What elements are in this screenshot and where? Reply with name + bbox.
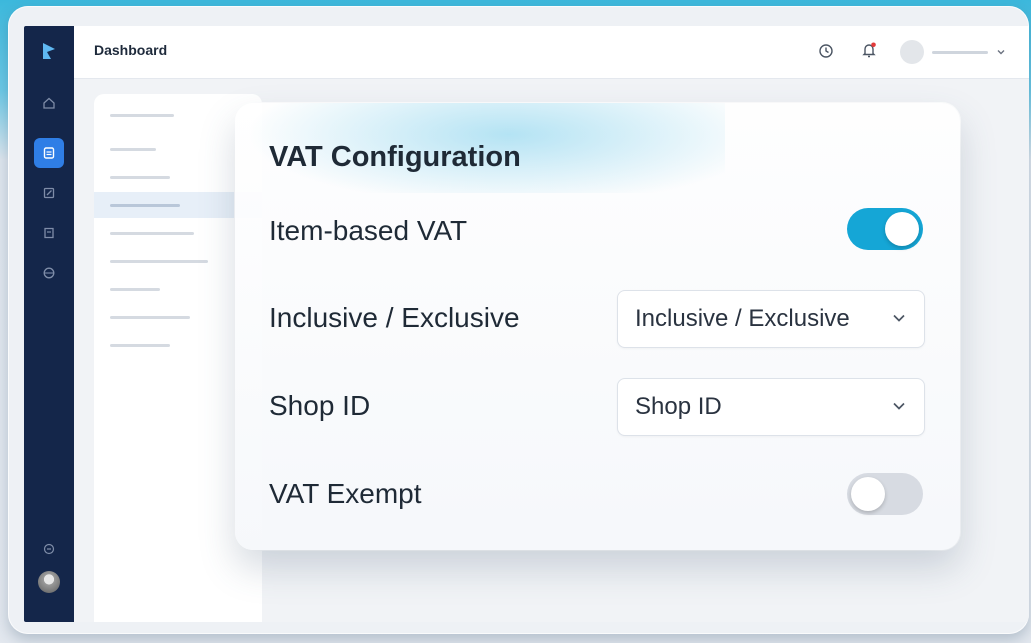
chevron-down-icon xyxy=(997,50,1005,55)
toggle-knob xyxy=(885,212,919,246)
top-bar: Dashboard xyxy=(74,26,1029,79)
settings-menu-item[interactable] xyxy=(110,114,174,117)
settings-menu-item[interactable] xyxy=(110,176,170,179)
vat-exempt-label: VAT Exempt xyxy=(269,478,422,509)
edit-icon xyxy=(43,187,55,199)
settings-menu-item[interactable] xyxy=(110,204,180,207)
topbar-avatar xyxy=(900,40,924,64)
page-title: Dashboard xyxy=(94,42,168,58)
sidebar-item-receipts[interactable] xyxy=(34,218,64,248)
toggle-knob xyxy=(851,477,885,511)
sidebar xyxy=(24,26,74,622)
bell-icon[interactable] xyxy=(860,41,878,59)
chevron-down-icon xyxy=(893,402,905,410)
settings-menu-item[interactable] xyxy=(110,232,194,235)
notification-dot xyxy=(871,42,876,48)
sidebar-item-logout[interactable] xyxy=(34,534,64,564)
user-name-placeholder xyxy=(932,50,988,54)
settings-menu-item[interactable] xyxy=(110,344,170,347)
vat-exempt-toggle[interactable] xyxy=(847,473,923,515)
sidebar-item-documents[interactable] xyxy=(34,138,64,168)
sidebar-item-edit[interactable] xyxy=(34,178,64,208)
app-logo-icon xyxy=(43,43,55,59)
settings-menu-item[interactable] xyxy=(110,288,160,291)
inclusive-exclusive-label: Inclusive / Exclusive xyxy=(269,302,520,333)
shop-id-select[interactable]: Shop ID xyxy=(617,378,925,436)
chevron-down-icon xyxy=(893,314,905,322)
vat-configuration-card: VAT Configuration Item-based VAT Inclusi… xyxy=(235,103,960,550)
inclusive-exclusive-select[interactable]: Inclusive / Exclusive xyxy=(617,290,925,348)
item-based-vat-toggle[interactable] xyxy=(847,208,923,250)
globe-icon xyxy=(43,267,55,279)
settings-menu-item[interactable] xyxy=(110,260,208,263)
shop-id-label: Shop ID xyxy=(269,390,371,421)
home-icon xyxy=(43,97,55,109)
user-menu[interactable] xyxy=(900,39,1020,65)
clock-icon[interactable] xyxy=(818,43,834,59)
item-based-vat-label: Item-based VAT xyxy=(269,215,468,246)
shop-id-value: Shop ID xyxy=(635,393,722,420)
sidebar-item-global[interactable] xyxy=(34,258,64,288)
user-avatar[interactable] xyxy=(38,571,60,593)
settings-menu-item[interactable] xyxy=(110,148,156,151)
document-icon xyxy=(43,147,55,159)
logout-icon xyxy=(43,543,55,555)
settings-menu-item[interactable] xyxy=(110,316,190,319)
inclusive-exclusive-value: Inclusive / Exclusive xyxy=(635,305,850,332)
receipt-icon xyxy=(44,227,54,239)
sidebar-item-home[interactable] xyxy=(34,88,64,118)
card-title: VAT Configuration xyxy=(269,141,521,173)
